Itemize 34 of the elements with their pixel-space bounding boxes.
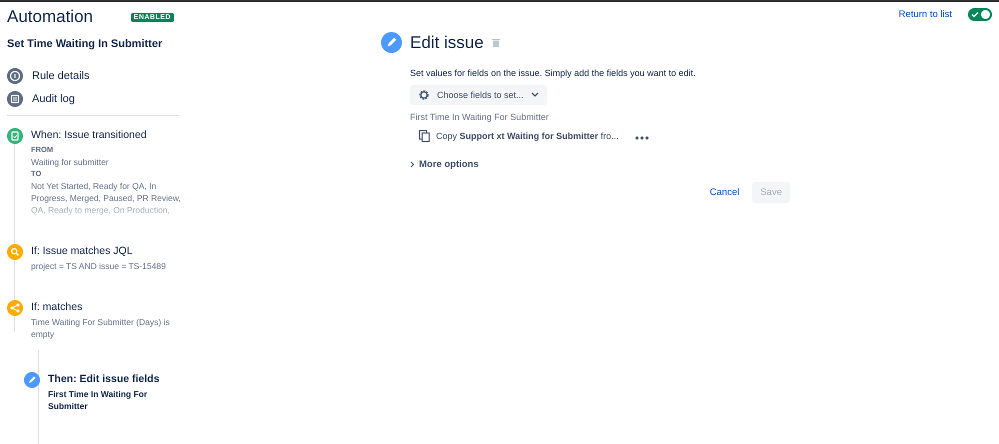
field-value: Copy Support xt Waiting for Submitter fro...: [436, 131, 619, 141]
pencil-icon: [24, 372, 40, 388]
settings-icon: [418, 89, 430, 101]
menu-item[interactable]: Rule details: [7, 68, 179, 84]
step-title[interactable]: Then: Edit issue fields: [48, 372, 188, 386]
more-options-toggle[interactable]: More options: [410, 159, 479, 170]
detail-value: Not Yet Started, Ready for QA, In Progress, Merged, Paused, PR Review, QA, Ready to merge, On Production,: [31, 180, 182, 216]
step-title[interactable]: When: Issue transitioned: [31, 128, 189, 142]
chevron-down-icon: [530, 92, 539, 98]
step-description: project = TS AND issue = TS-15489: [31, 260, 167, 272]
pencil-icon: [381, 32, 402, 53]
copy-icon: [419, 130, 430, 142]
info-icon: [7, 68, 23, 84]
step-description: First Time In Waiting For Submitter: [48, 388, 148, 412]
field-label: First Time In Waiting For Submitter: [410, 112, 550, 122]
trigger-icon: [7, 128, 23, 144]
search-icon: [7, 244, 23, 260]
cancel-button[interactable]: Cancel: [706, 183, 744, 202]
panel-description: Set values for fields on the issue. Simply add the fields you want to edit.: [410, 68, 697, 78]
check-icon: [971, 11, 979, 18]
step-title[interactable]: If: matches: [31, 300, 189, 314]
document-icon: [7, 91, 23, 107]
step-title[interactable]: If: Issue matches JQL: [31, 244, 189, 258]
chevron-right-icon: [410, 161, 415, 168]
choose-fields-button[interactable]: Choose fields to set...: [410, 85, 547, 105]
panel-title: Edit issue: [410, 32, 484, 52]
rule-name: Set Time Waiting In Submitter: [7, 38, 164, 50]
branch-icon: [7, 300, 23, 316]
enable-toggle[interactable]: [968, 8, 992, 21]
detail-value: Waiting for submitter: [31, 156, 110, 168]
menu-item[interactable]: Audit log: [7, 91, 179, 107]
return-link[interactable]: Return to list: [898, 9, 952, 20]
step-description: Time Waiting For Submitter (Days) is empty: [31, 316, 171, 340]
page-title: Automation: [7, 7, 93, 27]
